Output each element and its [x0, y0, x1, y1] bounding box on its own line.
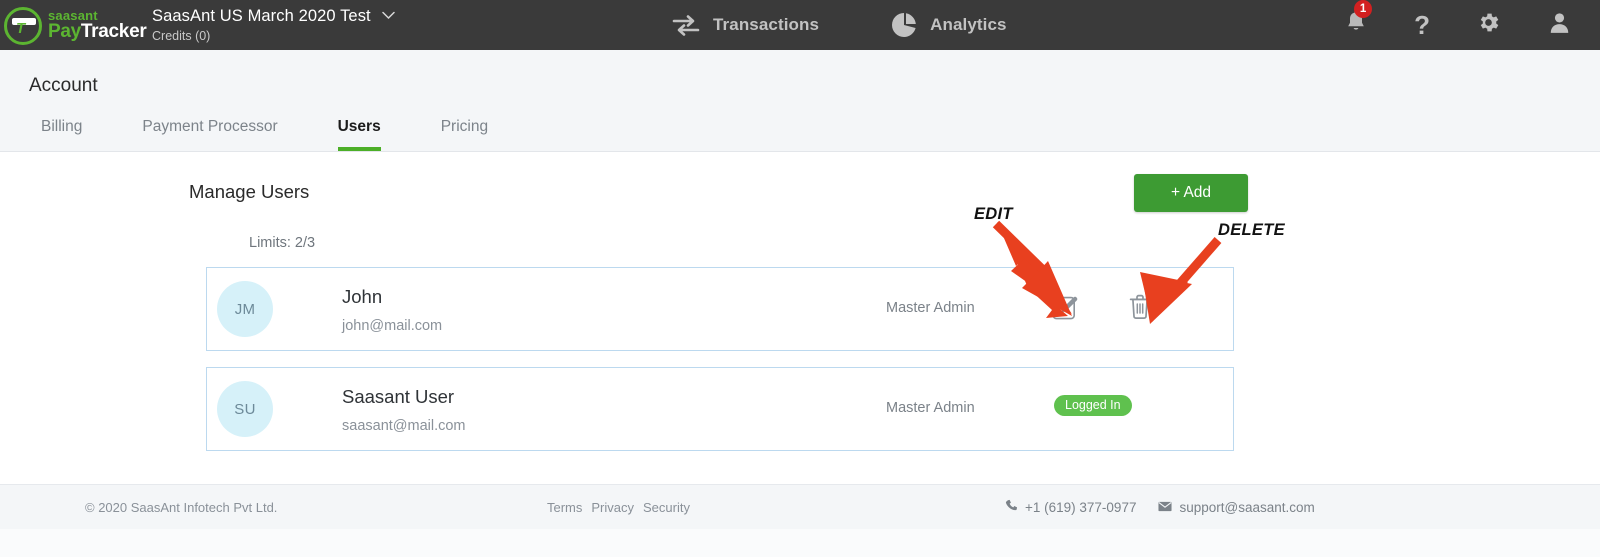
page-subheader: Account Billing Payment Processor Users …	[0, 50, 1600, 152]
page-title: Account	[29, 75, 98, 96]
table-row[interactable]: JM John john@mail.com Master Admin	[206, 267, 1234, 351]
company-selector[interactable]: SaasAnt US March 2020 Test Credits (0)	[152, 7, 395, 44]
user-limits-label: Limits: 2/3	[249, 235, 316, 251]
paytracker-logo-icon: T	[4, 4, 46, 46]
footer-contact: +1 (619) 377-0977 support@saasant.com	[1005, 499, 1315, 515]
logo-pay-text: Pay	[48, 21, 81, 42]
chevron-down-icon[interactable]	[382, 9, 395, 24]
footer-copyright: © 2020 SaasAnt Infotech Pvt Ltd.	[85, 500, 278, 515]
footer-phone-number[interactable]: +1 (619) 377-0977	[1025, 500, 1136, 515]
logo-mark-letter: T	[16, 20, 26, 37]
user-name: Saasant User	[342, 386, 455, 407]
credits-label: Credits (0)	[152, 29, 211, 43]
main-content: Manage Users Limits: 2/3 + Add JM John j…	[0, 153, 1600, 483]
footer-link-privacy[interactable]: Privacy	[591, 500, 634, 515]
company-name: SaasAnt US March 2020 Test	[152, 6, 371, 25]
user-role: Master Admin	[886, 400, 975, 416]
footer-spacer	[0, 529, 1600, 557]
manage-users-heading: Manage Users	[189, 181, 310, 202]
user-email: john@mail.com	[342, 318, 443, 334]
envelope-icon	[1158, 500, 1173, 515]
footer-link-security[interactable]: Security	[643, 500, 690, 515]
footer-support-email[interactable]: support@saasant.com	[1179, 500, 1314, 515]
nav-item-analytics[interactable]: Analytics	[891, 12, 1007, 38]
phone-icon	[1005, 499, 1018, 515]
table-row[interactable]: SU Saasant User saasant@mail.com Master …	[206, 367, 1234, 451]
top-navigation-bar: T saasant PayTracker SaasAnt US March 20…	[0, 0, 1600, 50]
settings-gear-icon	[1476, 10, 1501, 40]
help-button[interactable]: ?	[1414, 12, 1430, 38]
tab-users[interactable]: Users	[337, 118, 381, 151]
trash-can-icon	[1128, 294, 1152, 323]
add-user-button[interactable]: + Add	[1134, 174, 1248, 212]
topnav-actions: 1 ?	[1344, 0, 1572, 50]
row-actions	[1052, 293, 1152, 320]
settings-button[interactable]	[1476, 10, 1501, 40]
nav-label-transactions: Transactions	[713, 15, 820, 34]
notification-badge-count: 1	[1354, 0, 1373, 18]
page-footer: © 2020 SaasAnt Infotech Pvt Ltd. Terms P…	[0, 484, 1600, 529]
primary-nav: Transactions Analytics	[672, 0, 1007, 50]
avatar: JM	[217, 281, 273, 337]
nav-item-transactions[interactable]: Transactions	[672, 14, 819, 36]
delete-user-button[interactable]	[1128, 293, 1152, 320]
user-role: Master Admin	[886, 300, 975, 316]
account-tabs: Billing Payment Processor Users Pricing	[41, 118, 548, 151]
nav-label-analytics: Analytics	[930, 15, 1007, 34]
footer-link-terms[interactable]: Terms	[547, 500, 582, 515]
avatar: SU	[217, 381, 273, 437]
edit-annotation-label: EDIT	[974, 205, 1013, 223]
help-question-icon: ?	[1414, 10, 1430, 40]
transfer-arrows-icon	[672, 14, 700, 36]
pie-chart-icon	[891, 12, 917, 38]
notification-bell-button[interactable]: 1	[1344, 0, 1373, 40]
tab-payment-processor[interactable]: Payment Processor	[142, 118, 277, 151]
user-account-button[interactable]	[1547, 10, 1572, 40]
user-name: John	[342, 286, 383, 307]
tab-pricing[interactable]: Pricing	[441, 118, 488, 151]
footer-links: Terms Privacy Security	[547, 500, 690, 515]
user-email: saasant@mail.com	[342, 418, 466, 434]
edit-pencil-icon	[1052, 296, 1079, 323]
tab-billing[interactable]: Billing	[41, 118, 82, 151]
delete-annotation-label: DELETE	[1218, 221, 1285, 239]
logo-tracker-text: Tracker	[80, 21, 147, 42]
status-badge: Logged In	[1054, 395, 1132, 416]
user-account-icon	[1547, 10, 1572, 40]
app-root: T saasant PayTracker SaasAnt US March 20…	[0, 0, 1600, 557]
brand-logo[interactable]: T saasant PayTracker	[4, 0, 147, 50]
edit-user-button[interactable]	[1052, 293, 1079, 320]
